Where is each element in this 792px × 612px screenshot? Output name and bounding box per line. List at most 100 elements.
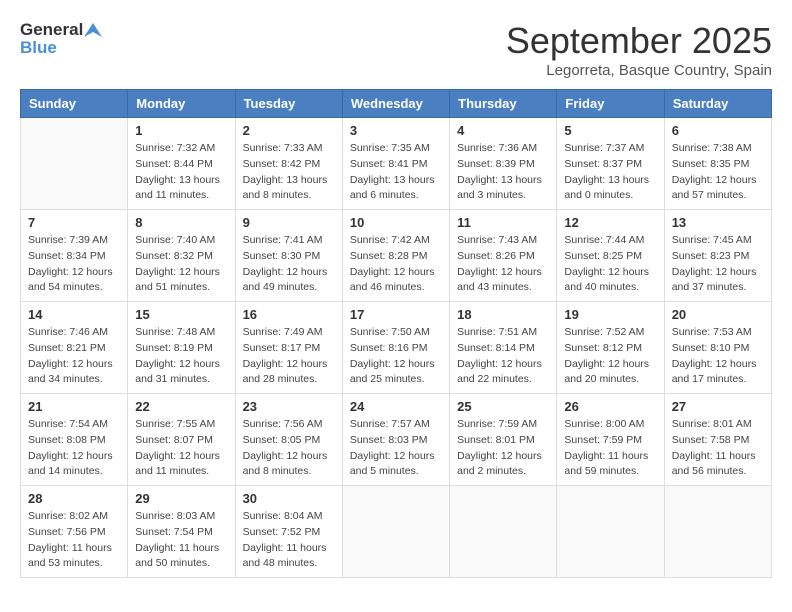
cell-info: Sunrise: 7:41 AM Sunset: 8:30 PM Dayligh… xyxy=(243,233,335,296)
weekday-header-sunday: Sunday xyxy=(21,90,128,118)
calendar-cell xyxy=(664,486,771,578)
week-row-3: 14 Sunrise: 7:46 AM Sunset: 8:21 PM Dayli… xyxy=(21,302,772,394)
cell-info: Sunrise: 7:44 AM Sunset: 8:25 PM Dayligh… xyxy=(564,233,656,296)
cell-date: 28 xyxy=(28,491,120,506)
weekday-header-friday: Friday xyxy=(557,90,664,118)
cell-date: 5 xyxy=(564,123,656,138)
calendar-cell xyxy=(450,486,557,578)
cell-date: 25 xyxy=(457,399,549,414)
logo-general-text: General xyxy=(20,20,83,40)
cell-info: Sunrise: 8:02 AM Sunset: 7:56 PM Dayligh… xyxy=(28,509,120,572)
cell-info: Sunrise: 7:42 AM Sunset: 8:28 PM Dayligh… xyxy=(350,233,442,296)
logo-blue-text: Blue xyxy=(20,38,102,58)
week-row-2: 7 Sunrise: 7:39 AM Sunset: 8:34 PM Daylig… xyxy=(21,210,772,302)
cell-date: 3 xyxy=(350,123,442,138)
calendar-cell: 6 Sunrise: 7:38 AM Sunset: 8:35 PM Daylig… xyxy=(664,118,771,210)
weekday-header-monday: Monday xyxy=(128,90,235,118)
cell-date: 23 xyxy=(243,399,335,414)
calendar-cell: 7 Sunrise: 7:39 AM Sunset: 8:34 PM Daylig… xyxy=(21,210,128,302)
cell-date: 13 xyxy=(672,215,764,230)
cell-date: 8 xyxy=(135,215,227,230)
weekday-header-tuesday: Tuesday xyxy=(235,90,342,118)
cell-date: 29 xyxy=(135,491,227,506)
cell-date: 9 xyxy=(243,215,335,230)
calendar-cell: 10 Sunrise: 7:42 AM Sunset: 8:28 PM Dayli… xyxy=(342,210,449,302)
calendar-cell: 16 Sunrise: 7:49 AM Sunset: 8:17 PM Dayli… xyxy=(235,302,342,394)
calendar-cell: 14 Sunrise: 7:46 AM Sunset: 8:21 PM Dayli… xyxy=(21,302,128,394)
cell-info: Sunrise: 7:56 AM Sunset: 8:05 PM Dayligh… xyxy=(243,417,335,480)
calendar-cell: 1 Sunrise: 7:32 AM Sunset: 8:44 PM Daylig… xyxy=(128,118,235,210)
weekday-header-row: SundayMondayTuesdayWednesdayThursdayFrid… xyxy=(21,90,772,118)
cell-info: Sunrise: 7:50 AM Sunset: 8:16 PM Dayligh… xyxy=(350,325,442,388)
calendar-cell: 8Sunrise: 7:40 AM Sunset: 8:32 PM Daylig… xyxy=(128,210,235,302)
page-header: General Blue September 2025 Legorreta, B… xyxy=(20,20,772,79)
weekday-header-saturday: Saturday xyxy=(664,90,771,118)
calendar-cell: 2Sunrise: 7:33 AM Sunset: 8:42 PM Daylig… xyxy=(235,118,342,210)
cell-info: Sunrise: 7:52 AM Sunset: 8:12 PM Dayligh… xyxy=(564,325,656,388)
calendar-cell xyxy=(342,486,449,578)
cell-date: 12 xyxy=(564,215,656,230)
cell-date: 27 xyxy=(672,399,764,414)
cell-date: 19 xyxy=(564,307,656,322)
calendar-cell: 18Sunrise: 7:51 AM Sunset: 8:14 PM Dayli… xyxy=(450,302,557,394)
calendar-cell: 3 Sunrise: 7:35 AM Sunset: 8:41 PM Daylig… xyxy=(342,118,449,210)
cell-info: Sunrise: 7:55 AM Sunset: 8:07 PM Dayligh… xyxy=(135,417,227,480)
month-title: September 2025 xyxy=(506,20,772,62)
cell-date: 1 xyxy=(135,123,227,138)
calendar-cell: 29 Sunrise: 8:03 AM Sunset: 7:54 PM Dayli… xyxy=(128,486,235,578)
cell-info: Sunrise: 8:03 AM Sunset: 7:54 PM Dayligh… xyxy=(135,509,227,572)
calendar-cell: 4 Sunrise: 7:36 AM Sunset: 8:39 PM Daylig… xyxy=(450,118,557,210)
cell-info: Sunrise: 7:43 AM Sunset: 8:26 PM Dayligh… xyxy=(457,233,549,296)
cell-info: Sunrise: 7:59 AM Sunset: 8:01 PM Dayligh… xyxy=(457,417,549,480)
cell-info: Sunrise: 7:39 AM Sunset: 8:34 PM Dayligh… xyxy=(28,233,120,296)
cell-date: 17 xyxy=(350,307,442,322)
cell-info: Sunrise: 7:46 AM Sunset: 8:21 PM Dayligh… xyxy=(28,325,120,388)
cell-date: 20 xyxy=(672,307,764,322)
week-row-1: 1 Sunrise: 7:32 AM Sunset: 8:44 PM Daylig… xyxy=(21,118,772,210)
calendar-cell xyxy=(21,118,128,210)
cell-info: Sunrise: 7:33 AM Sunset: 8:42 PM Dayligh… xyxy=(243,141,335,204)
cell-info: Sunrise: 7:54 AM Sunset: 8:08 PM Dayligh… xyxy=(28,417,120,480)
cell-date: 22 xyxy=(135,399,227,414)
cell-info: Sunrise: 7:36 AM Sunset: 8:39 PM Dayligh… xyxy=(457,141,549,204)
cell-date: 26 xyxy=(564,399,656,414)
cell-date: 21 xyxy=(28,399,120,414)
cell-date: 16 xyxy=(243,307,335,322)
calendar-cell: 17 Sunrise: 7:50 AM Sunset: 8:16 PM Dayli… xyxy=(342,302,449,394)
calendar-table: SundayMondayTuesdayWednesdayThursdayFrid… xyxy=(20,89,772,578)
calendar-cell: 19 Sunrise: 7:52 AM Sunset: 8:12 PM Dayli… xyxy=(557,302,664,394)
cell-info: Sunrise: 7:57 AM Sunset: 8:03 PM Dayligh… xyxy=(350,417,442,480)
calendar-cell: 23 Sunrise: 7:56 AM Sunset: 8:05 PM Dayli… xyxy=(235,394,342,486)
weekday-header-wednesday: Wednesday xyxy=(342,90,449,118)
cell-info: Sunrise: 8:01 AM Sunset: 7:58 PM Dayligh… xyxy=(672,417,764,480)
calendar-cell: 26 Sunrise: 8:00 AM Sunset: 7:59 PM Dayli… xyxy=(557,394,664,486)
week-row-5: 28 Sunrise: 8:02 AM Sunset: 7:56 PM Dayli… xyxy=(21,486,772,578)
cell-info: Sunrise: 7:32 AM Sunset: 8:44 PM Dayligh… xyxy=(135,141,227,204)
title-area: September 2025 Legorreta, Basque Country… xyxy=(506,20,772,79)
cell-info: Sunrise: 7:53 AM Sunset: 8:10 PM Dayligh… xyxy=(672,325,764,388)
cell-info: Sunrise: 7:49 AM Sunset: 8:17 PM Dayligh… xyxy=(243,325,335,388)
calendar-cell: 28 Sunrise: 8:02 AM Sunset: 7:56 PM Dayli… xyxy=(21,486,128,578)
cell-date: 18 xyxy=(457,307,549,322)
logo: General Blue xyxy=(20,20,102,59)
calendar-cell: 5 Sunrise: 7:37 AM Sunset: 8:37 PM Daylig… xyxy=(557,118,664,210)
calendar-cell: 27 Sunrise: 8:01 AM Sunset: 7:58 PM Dayli… xyxy=(664,394,771,486)
cell-date: 15 xyxy=(135,307,227,322)
calendar-cell: 9 Sunrise: 7:41 AM Sunset: 8:30 PM Daylig… xyxy=(235,210,342,302)
calendar-cell: 13Sunrise: 7:45 AM Sunset: 8:23 PM Dayli… xyxy=(664,210,771,302)
calendar-cell: 24 Sunrise: 7:57 AM Sunset: 8:03 PM Dayli… xyxy=(342,394,449,486)
calendar-cell: 20 Sunrise: 7:53 AM Sunset: 8:10 PM Dayli… xyxy=(664,302,771,394)
cell-date: 14 xyxy=(28,307,120,322)
cell-info: Sunrise: 8:00 AM Sunset: 7:59 PM Dayligh… xyxy=(564,417,656,480)
calendar-cell: 21 Sunrise: 7:54 AM Sunset: 8:08 PM Dayli… xyxy=(21,394,128,486)
cell-date: 10 xyxy=(350,215,442,230)
cell-date: 7 xyxy=(28,215,120,230)
cell-info: Sunrise: 7:35 AM Sunset: 8:41 PM Dayligh… xyxy=(350,141,442,204)
calendar-cell xyxy=(557,486,664,578)
cell-date: 6 xyxy=(672,123,764,138)
cell-info: Sunrise: 7:37 AM Sunset: 8:37 PM Dayligh… xyxy=(564,141,656,204)
cell-date: 24 xyxy=(350,399,442,414)
weekday-header-thursday: Thursday xyxy=(450,90,557,118)
cell-date: 4 xyxy=(457,123,549,138)
cell-info: Sunrise: 7:38 AM Sunset: 8:35 PM Dayligh… xyxy=(672,141,764,204)
